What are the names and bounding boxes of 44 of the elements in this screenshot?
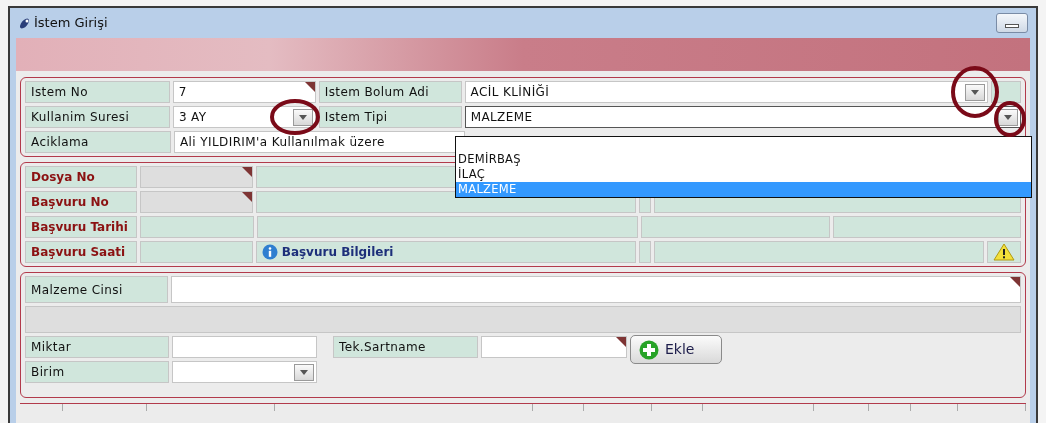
input-field[interactable] [139, 166, 253, 188]
dropdown-arrow-button[interactable] [998, 109, 1018, 126]
dropdown-field[interactable] [172, 361, 317, 383]
field-label: Miktar [25, 336, 169, 358]
input-field[interactable] [139, 191, 253, 213]
add-button[interactable]: Ekle [630, 335, 722, 364]
caret-icon [298, 115, 307, 120]
input-field[interactable]: 7 [172, 81, 316, 103]
input-field[interactable] [170, 276, 1021, 303]
warning-icon [993, 243, 1015, 261]
dropdown-field[interactable]: ACİL KLİNİĞİ [464, 81, 989, 103]
dropdown-option[interactable]: DEMİRBAŞ [456, 152, 1031, 167]
field-label: Tek.Sartname [333, 336, 478, 358]
caret-icon [971, 90, 980, 95]
data-cell [638, 241, 651, 263]
window-title: İstem Girişi [34, 14, 108, 33]
info-icon [261, 244, 278, 260]
dropdown-field[interactable]: 3 AY [172, 106, 316, 128]
pill-icon [18, 16, 31, 30]
info-link[interactable]: Başvuru Bilgileri [255, 241, 636, 263]
dropdown-arrow-button[interactable] [965, 84, 986, 101]
field-label: Başvuru Tarihi [25, 216, 138, 238]
annotation-circle [270, 99, 320, 135]
field-label: Istem Bolum Adi [318, 81, 462, 103]
input-field[interactable]: Ali YILDIRIM'a Kullanılmak üzere [174, 131, 465, 153]
field-label: Istem No [25, 81, 170, 103]
dropdown-option[interactable]: İLAÇ [456, 167, 1031, 182]
field-label: Aciklama [25, 131, 171, 153]
dropdown-arrow-button[interactable] [294, 364, 314, 381]
field-label: Malzeme Cinsi [25, 276, 168, 303]
field-label: Kullanim Suresi [25, 106, 170, 128]
plus-icon [639, 339, 659, 360]
field-label: Birim [25, 361, 169, 383]
caret-icon [1004, 115, 1012, 120]
minimize-button[interactable] [996, 13, 1028, 33]
dropdown-arrow-button[interactable] [292, 109, 313, 126]
field-label: Başvuru No [25, 191, 137, 213]
caret-icon [300, 370, 308, 375]
input-field[interactable] [172, 336, 317, 358]
field-label: Başvuru Saati [25, 241, 137, 263]
input-field[interactable] [481, 336, 627, 358]
field-label: Istem Tipi [318, 106, 462, 128]
field-label: Dosya No [25, 166, 137, 188]
dropdown-field[interactable]: MALZEME [464, 106, 1021, 128]
